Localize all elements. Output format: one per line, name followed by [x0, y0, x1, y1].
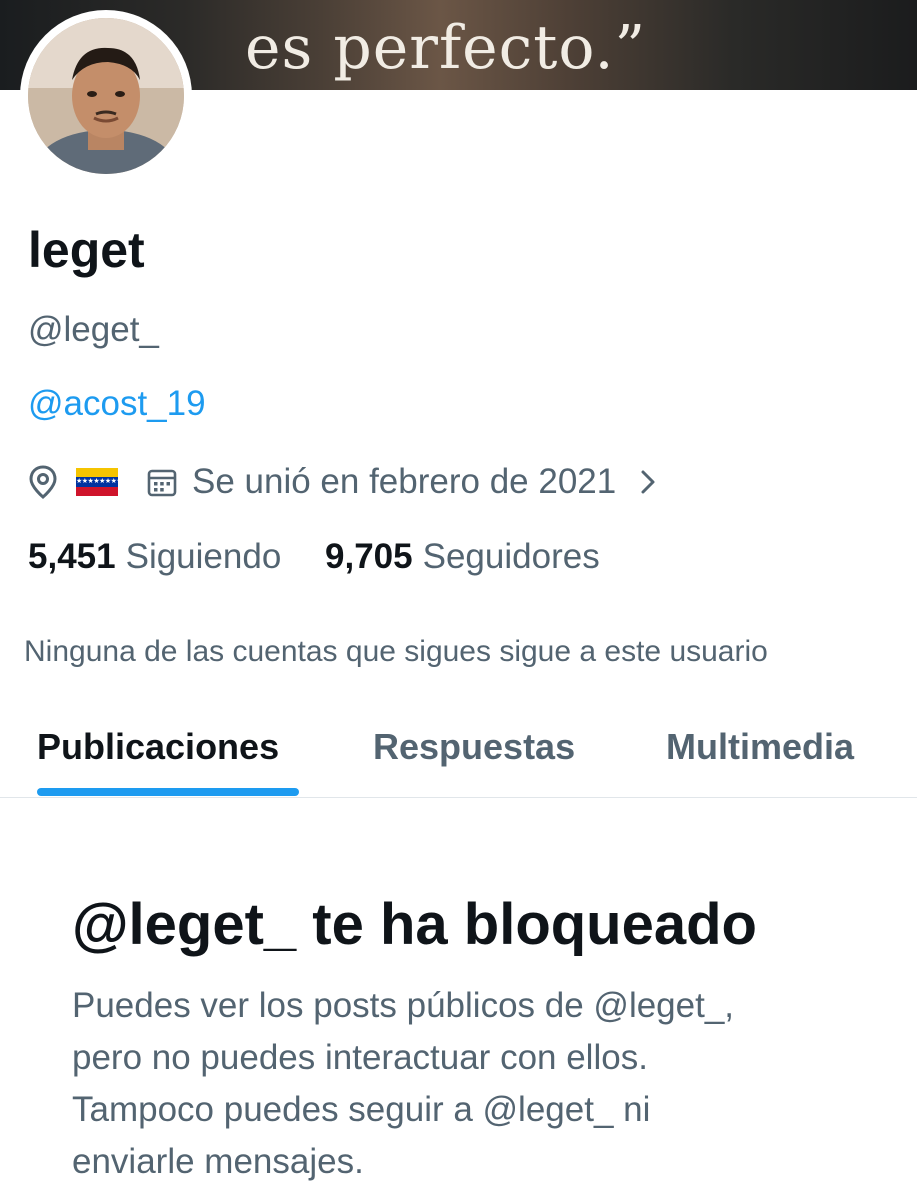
tab-multimedia[interactable]: Multimedia — [666, 722, 854, 772]
avatar-photo — [28, 18, 184, 174]
banner-quote-text: es perfecto.” — [245, 13, 647, 83]
profile-tabs: Publicaciones Respuestas Multimedia — [0, 700, 917, 798]
calendar-icon — [146, 466, 178, 498]
joined-date: Se unió en febrero de 2021 — [192, 462, 617, 501]
followed-by-note: Ninguna de las cuentas que sigues sigue … — [24, 635, 768, 668]
profile-meta-row: ★★★★★★★★ Se unió en febrero de 2021 — [28, 458, 658, 506]
blocked-title: @leget_ te ha bloqueado — [72, 892, 757, 957]
chevron-right-icon[interactable] — [638, 467, 658, 497]
followers-label: Seguidores — [422, 537, 600, 576]
venezuela-flag-icon: ★★★★★★★★ — [76, 468, 118, 496]
followers-count: 9,705 — [325, 537, 413, 576]
tab-publicaciones[interactable]: Publicaciones — [37, 722, 279, 772]
blocked-message-line: pero no puedes interactuar con ellos. — [72, 1038, 648, 1077]
following-stat[interactable]: 5,451 Siguiendo — [28, 534, 281, 580]
following-count: 5,451 — [28, 537, 116, 576]
blocked-message-line: Tampoco puedes seguir a @leget_ ni — [72, 1090, 651, 1129]
display-name: leget — [28, 222, 145, 278]
location-pin-icon — [28, 465, 58, 499]
bio-mention-link[interactable]: @acost_19 — [28, 382, 206, 426]
blocked-message-line: enviarle mensajes. — [72, 1142, 364, 1181]
active-tab-indicator — [37, 788, 299, 796]
blocked-message: Puedes ver los posts públicos de @leget_… — [72, 980, 872, 1188]
following-label: Siguiendo — [125, 537, 282, 576]
avatar[interactable] — [28, 18, 184, 174]
blocked-message-line: Puedes ver los posts públicos de @leget_… — [72, 986, 735, 1025]
tab-respuestas[interactable]: Respuestas — [373, 722, 575, 772]
profile-handle: @leget_ — [28, 310, 159, 349]
followers-stat[interactable]: 9,705 Seguidores — [325, 534, 600, 580]
follow-stats: 5,451 Siguiendo 9,705 Seguidores — [28, 534, 600, 580]
